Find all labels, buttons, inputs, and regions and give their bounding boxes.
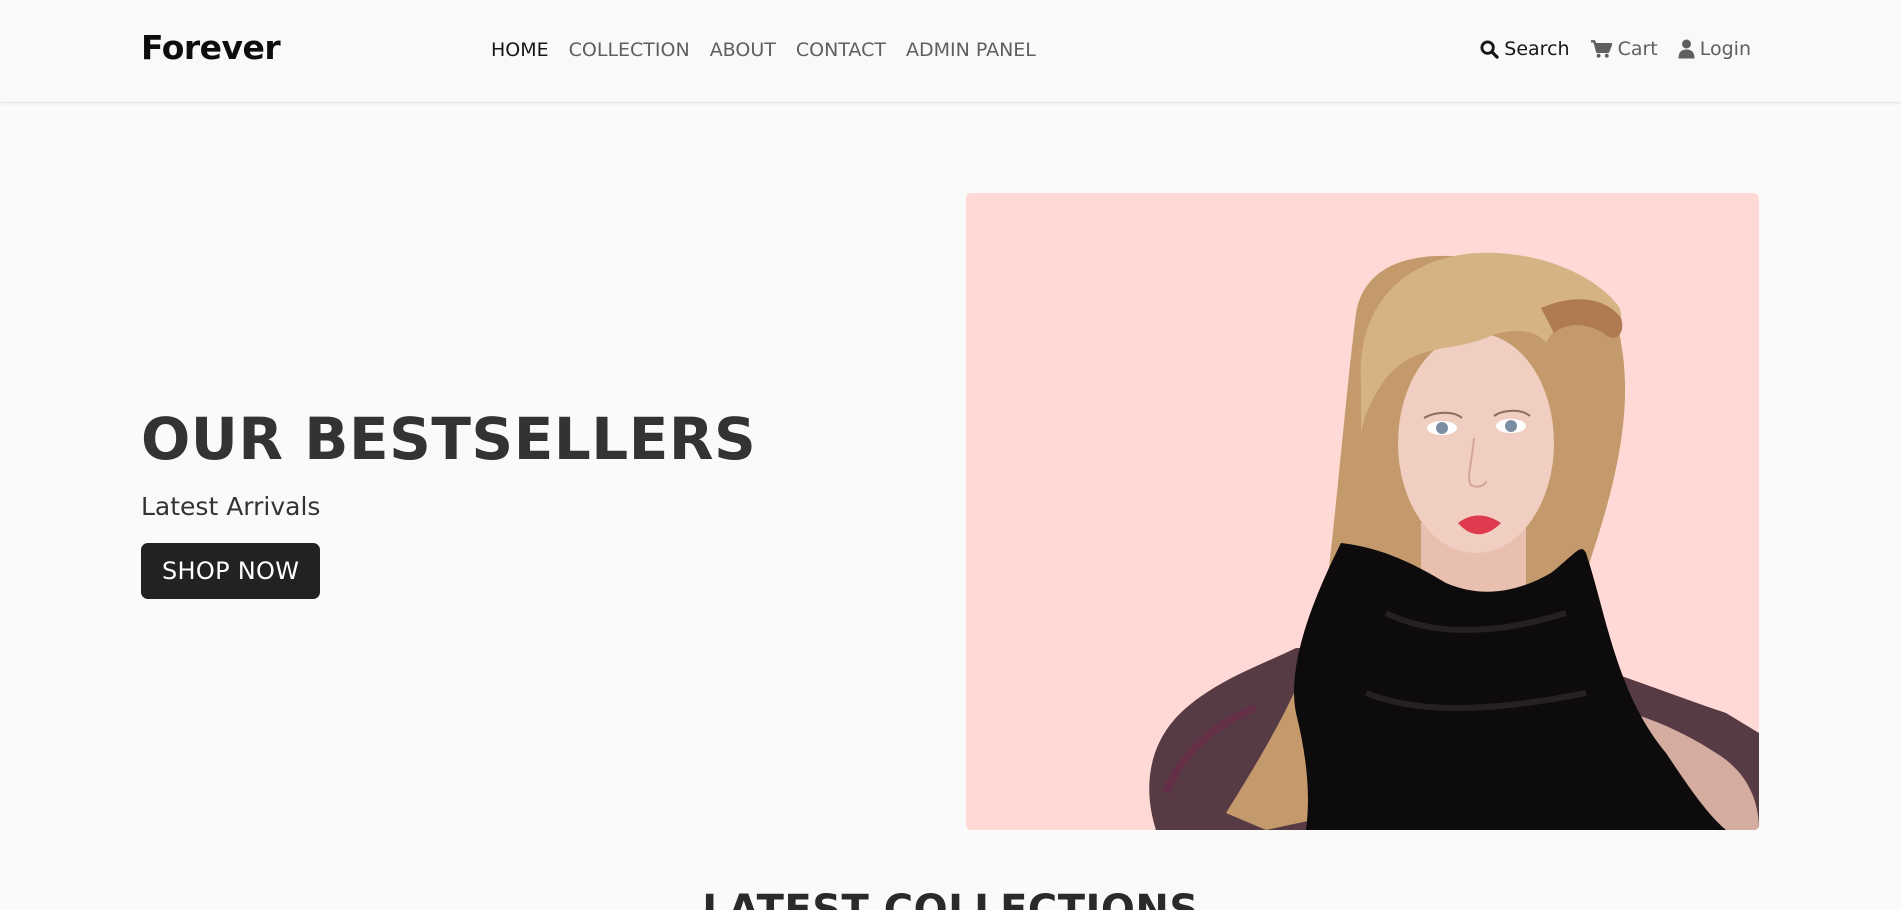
shop-now-button[interactable]: SHOP NOW bbox=[141, 543, 321, 599]
search-label: Search bbox=[1504, 38, 1570, 60]
nav-link-about[interactable]: ABOUT bbox=[710, 39, 776, 61]
cart-label: Cart bbox=[1617, 38, 1658, 60]
cart-button[interactable]: Cart bbox=[1590, 38, 1658, 60]
user-icon bbox=[1678, 39, 1695, 59]
hero-title: OUR BESTSELLERS bbox=[141, 405, 757, 473]
hero-subtitle: Latest Arrivals bbox=[141, 492, 321, 521]
hero-text: OUR BESTSELLERS Latest Arrivals SHOP NOW bbox=[141, 410, 756, 599]
nav-link-home[interactable]: HOME bbox=[491, 39, 549, 61]
latest-collections-heading: LATEST COLLECTIONS bbox=[702, 887, 1199, 910]
hero-model-image bbox=[966, 193, 1759, 830]
main-nav: HOME COLLECTION ABOUT CONTACT ADMIN PANE… bbox=[491, 39, 1036, 61]
login-button[interactable]: Login bbox=[1678, 38, 1751, 60]
cart-icon bbox=[1590, 39, 1613, 59]
search-icon bbox=[1480, 39, 1499, 59]
nav-link-contact[interactable]: CONTACT bbox=[796, 39, 886, 61]
search-button[interactable]: Search bbox=[1480, 38, 1570, 60]
nav-actions: Search Cart Login bbox=[1480, 38, 1751, 60]
navbar: Forever HOME COLLECTION ABOUT CONTACT AD… bbox=[0, 0, 1901, 103]
brand-logo[interactable]: Forever bbox=[141, 28, 281, 67]
nav-link-admin-panel[interactable]: ADMIN PANEL bbox=[906, 39, 1036, 61]
login-label: Login bbox=[1699, 38, 1751, 60]
nav-link-collection[interactable]: COLLECTION bbox=[569, 39, 690, 61]
model-illustration bbox=[1149, 252, 1759, 830]
